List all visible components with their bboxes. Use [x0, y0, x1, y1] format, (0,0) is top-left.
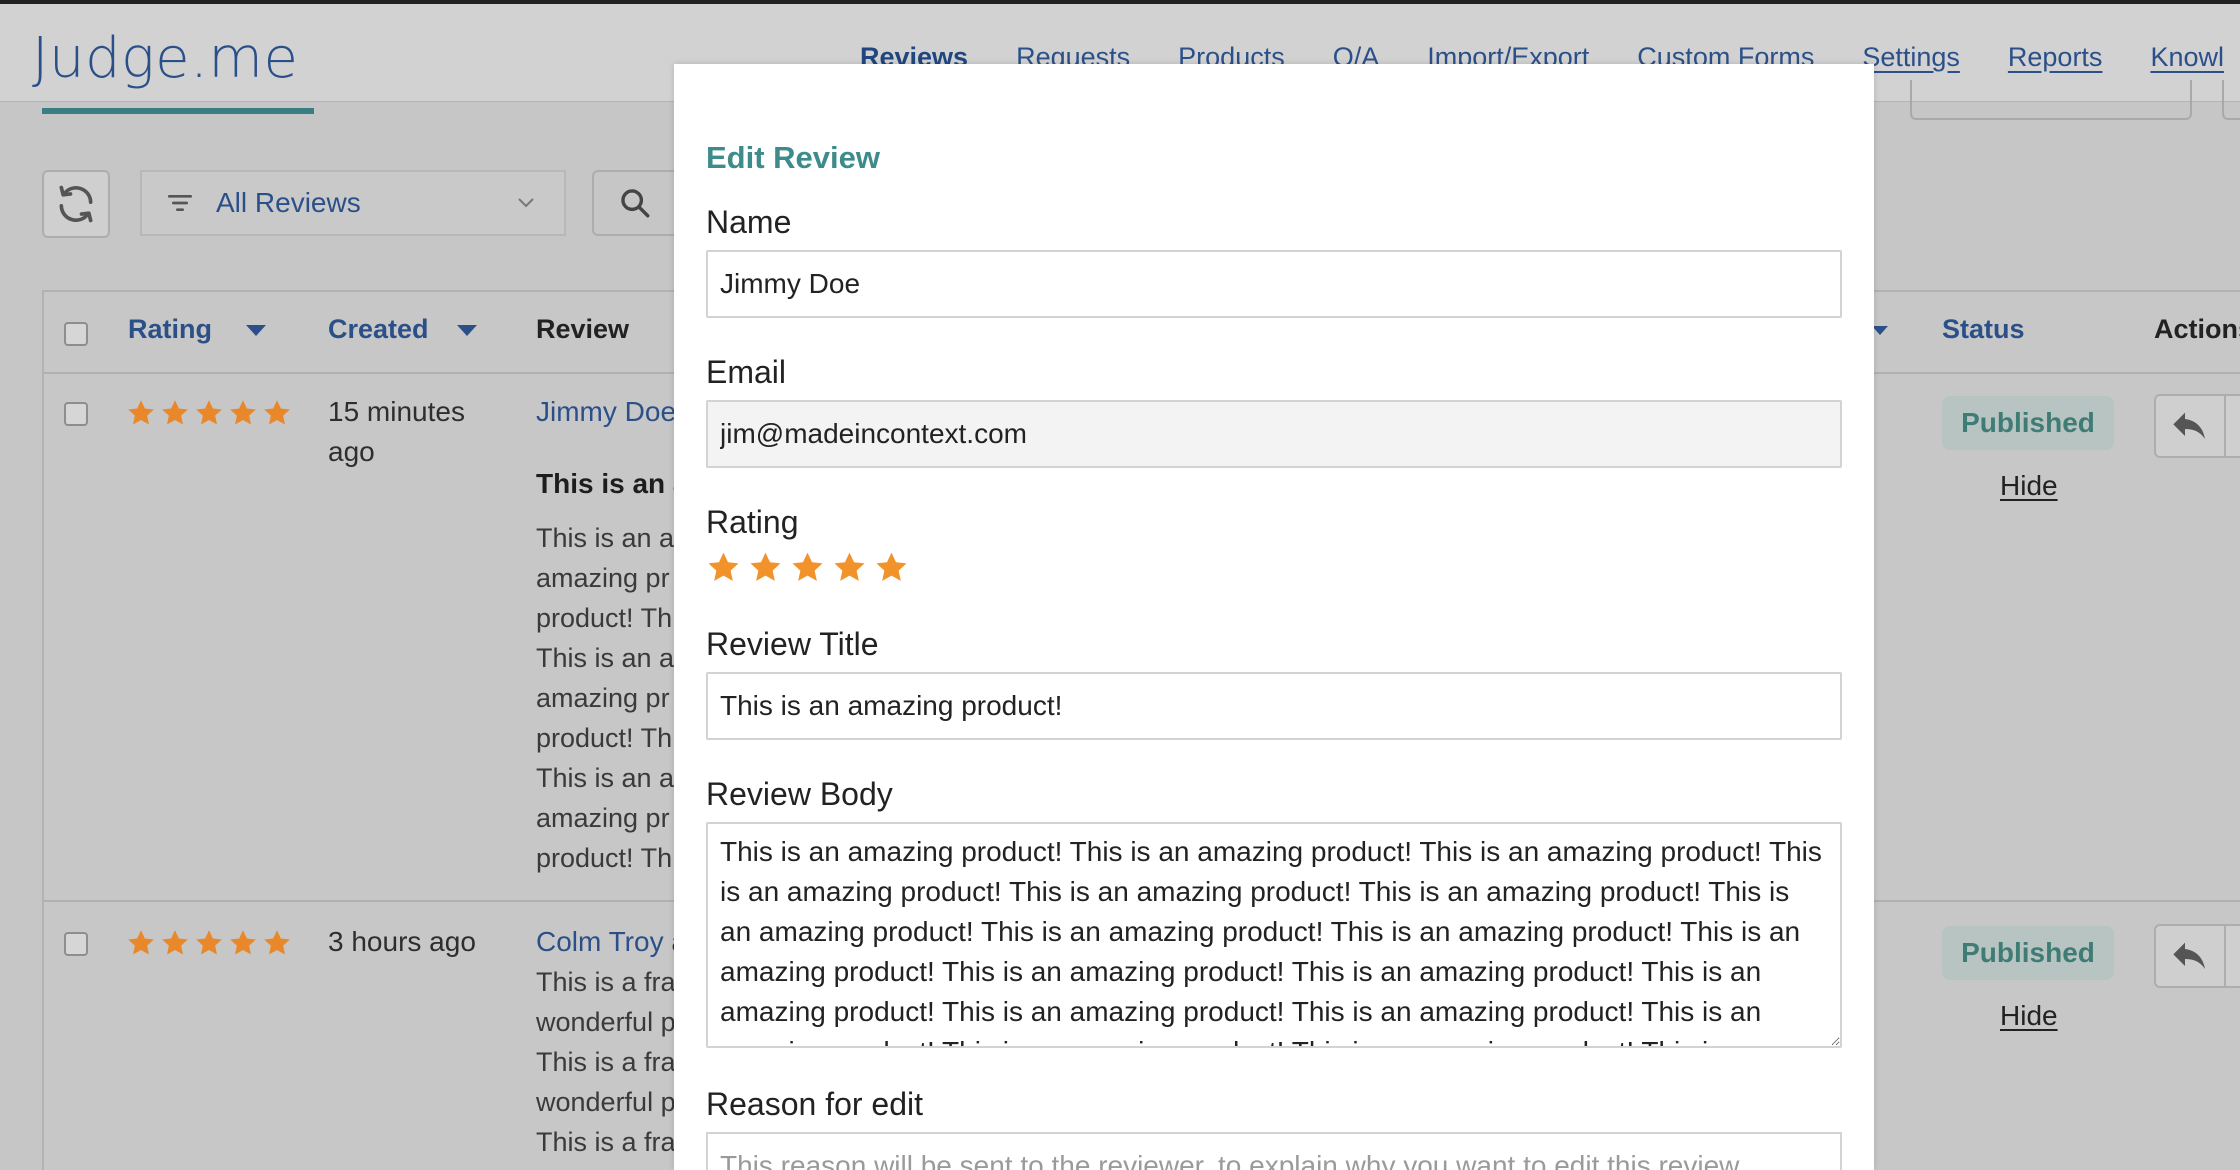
header-created[interactable]: Created: [328, 314, 477, 345]
row-created: 15 minutes ago: [328, 396, 465, 467]
status-badge: Published: [1942, 396, 2114, 450]
refresh-icon: [59, 185, 93, 223]
row-review-title: This is an a: [536, 468, 689, 499]
select-all-checkbox[interactable]: [64, 322, 88, 346]
star-icon: [264, 400, 290, 425]
header-review: Review: [536, 314, 630, 344]
header-rating[interactable]: Rating: [128, 314, 266, 345]
star-icon[interactable]: [832, 550, 867, 585]
reply-icon: [2173, 412, 2205, 439]
name-label: Name: [706, 204, 792, 240]
reply-button[interactable]: [2154, 924, 2226, 988]
row-reviewer-link[interactable]: Jimmy Doe: [536, 392, 676, 432]
edit-review-modal: Edit Review Name Email Rating Review Tit…: [674, 64, 1874, 1170]
star-icon: [128, 930, 154, 955]
star-icon[interactable]: [706, 550, 741, 585]
filter-icon: [168, 195, 192, 211]
review-title-label: Review Title: [706, 626, 879, 662]
row-checkbox[interactable]: [64, 932, 88, 956]
reason-label: Reason for edit: [706, 1086, 924, 1122]
hide-link[interactable]: Hide: [2000, 1000, 2058, 1032]
rating-label: Rating: [706, 504, 799, 540]
nav-reports[interactable]: Reports: [2008, 42, 2103, 73]
row-review-body: This is a fra wonderful p This is a fra …: [536, 967, 676, 1157]
more-action-button[interactable]: [2226, 394, 2240, 458]
star-icon: [162, 930, 188, 955]
nav-settings[interactable]: Settings: [1862, 42, 1960, 73]
chevron-down-icon: [518, 198, 534, 208]
reply-icon: [2173, 942, 2205, 969]
header-status[interactable]: Status: [1942, 314, 2025, 345]
refresh-button[interactable]: [42, 170, 110, 238]
sort-caret-icon: [246, 325, 266, 337]
row-checkbox[interactable]: [64, 402, 88, 426]
sort-caret-icon[interactable]: [1872, 326, 1888, 335]
header-actions: Actions: [2154, 314, 2240, 344]
name-field[interactable]: [706, 250, 1842, 318]
star-icon: [128, 400, 154, 425]
star-icon: [230, 930, 256, 955]
reason-for-edit-field[interactable]: [706, 1132, 1842, 1170]
more-action-button[interactable]: [2226, 924, 2240, 988]
sort-caret-icon: [456, 325, 477, 337]
nav-knowledge[interactable]: Knowl: [2150, 42, 2224, 73]
row-created: 3 hours ago: [328, 926, 476, 957]
star-icon: [264, 930, 290, 955]
review-filter-select[interactable]: All Reviews: [140, 170, 566, 236]
rating-star-picker[interactable]: [706, 550, 909, 585]
star-icon: [196, 400, 222, 425]
search-icon: [621, 189, 650, 218]
header-button-2[interactable]: [2222, 80, 2240, 120]
modal-title: Edit Review: [706, 140, 880, 175]
status-badge: Published: [1942, 926, 2114, 980]
row-rating-stars: [126, 398, 292, 428]
email-label: Email: [706, 354, 787, 390]
review-title-field[interactable]: [706, 672, 1842, 740]
search-input[interactable]: [592, 170, 682, 236]
hide-link[interactable]: Hide: [2000, 470, 2058, 502]
judgeme-logo[interactable]: Judge.me: [32, 26, 298, 91]
star-icon[interactable]: [790, 550, 825, 585]
star-icon: [196, 930, 222, 955]
star-icon: [230, 400, 256, 425]
row-reviewer-link[interactable]: Colm Troy: [536, 926, 664, 957]
row-reviewer-cell: Colm Troy a: [536, 922, 687, 962]
star-icon[interactable]: [874, 550, 909, 585]
row-rating-stars: [126, 928, 292, 958]
header-button[interactable]: [1910, 80, 2192, 120]
review-body-label: Review Body: [706, 776, 893, 812]
reply-button[interactable]: [2154, 394, 2226, 458]
email-field: [706, 400, 1842, 468]
review-body-textarea[interactable]: This is an amazing product! This is an a…: [706, 822, 1842, 1048]
active-tab-indicator: [42, 108, 314, 114]
star-icon[interactable]: [748, 550, 783, 585]
filter-label: All Reviews: [216, 187, 361, 218]
row-review-body: This is an a amazing pr product! Th This…: [536, 523, 675, 873]
star-icon: [162, 400, 188, 425]
